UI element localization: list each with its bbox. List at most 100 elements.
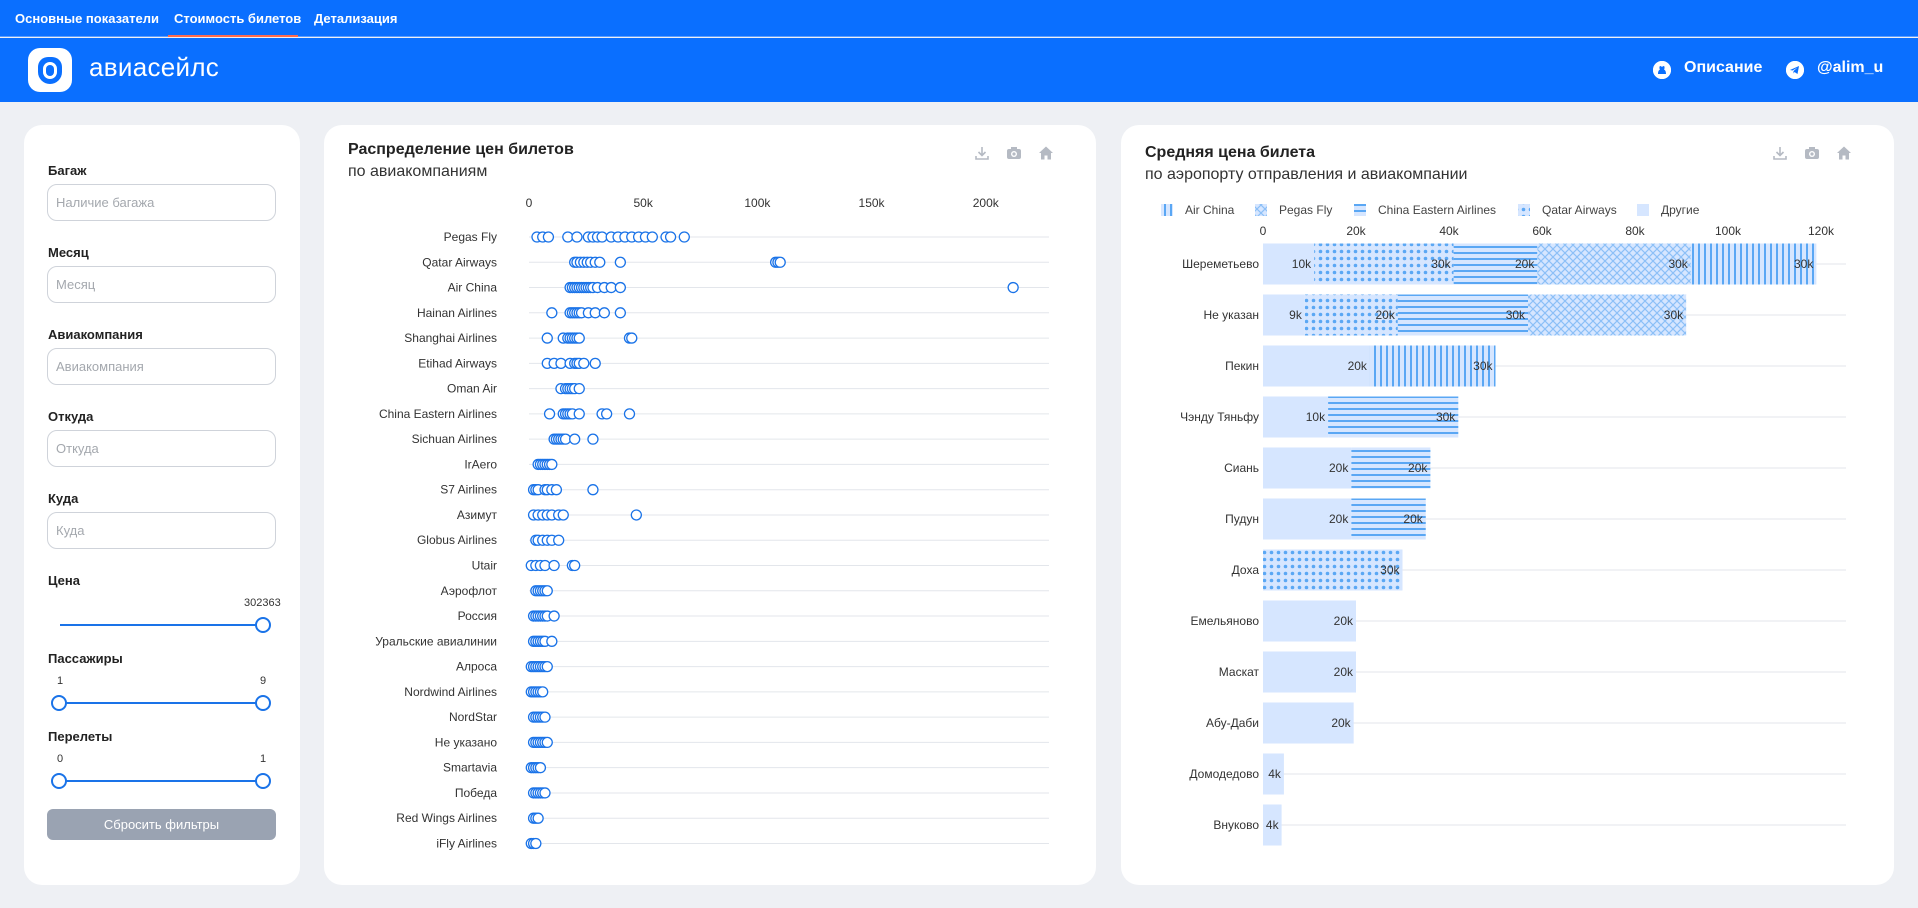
price-point[interactable] [614, 307, 626, 319]
price-point[interactable] [548, 610, 560, 622]
price-point[interactable] [573, 408, 585, 420]
price-label: Цена [48, 573, 80, 588]
y-tick-label: Sichuan Airlines [412, 432, 497, 446]
y-tick-label: Азимут [457, 508, 498, 522]
legend-label[interactable]: Qatar Airways [1542, 203, 1617, 217]
price-point[interactable] [534, 762, 547, 774]
download-icon[interactable] [974, 145, 990, 161]
price-point[interactable] [543, 408, 556, 420]
description-link[interactable]: Описание [1684, 59, 1762, 77]
y-tick-label: Qatar Airways [422, 255, 497, 269]
bar-segment[interactable] [1528, 294, 1687, 336]
price-point[interactable] [774, 256, 786, 268]
legend-label[interactable]: Air China [1185, 203, 1235, 217]
price-distribution-card: Распределение цен билетов по авиакомпани… [324, 125, 1096, 885]
transfers-label: Перелеты [48, 729, 113, 744]
price-slider-track[interactable] [60, 624, 263, 626]
price-point[interactable] [532, 812, 544, 824]
price-point[interactable] [542, 231, 555, 243]
price-point[interactable] [539, 787, 551, 799]
price-point[interactable] [626, 332, 638, 344]
legend-label[interactable]: Pegas Fly [1279, 203, 1332, 217]
price-point[interactable] [594, 256, 606, 268]
y-tick-label: Емельяново [1191, 614, 1260, 628]
price-point[interactable] [541, 585, 553, 597]
to-input[interactable] [47, 512, 276, 549]
y-tick-label: Пудун [1225, 512, 1259, 526]
transfers-slider-track[interactable] [60, 780, 263, 782]
price-point[interactable] [614, 256, 626, 268]
passengers-slider-min-handle[interactable] [51, 695, 67, 711]
price-point[interactable] [530, 837, 542, 850]
download-icon[interactable] [1772, 145, 1788, 161]
transfers-min-value: 0 [57, 753, 64, 765]
month-input[interactable] [47, 266, 276, 303]
transfers-slider-max-handle[interactable] [255, 773, 271, 789]
passengers-slider-max-handle[interactable] [255, 695, 271, 711]
legend-label[interactable]: China Eastern Airlines [1378, 203, 1496, 217]
price-point[interactable] [678, 231, 690, 243]
price-point[interactable] [557, 509, 569, 521]
price-point[interactable] [573, 332, 585, 344]
from-input[interactable] [47, 430, 276, 467]
transfers-slider-min-handle[interactable] [51, 773, 67, 789]
price-point[interactable] [569, 433, 581, 445]
price-point[interactable] [553, 534, 565, 546]
price-point[interactable] [598, 307, 611, 319]
y-tick-label: Уральские авиалинии [375, 634, 497, 648]
x-tick-label: 80k [1625, 224, 1645, 238]
home-icon[interactable] [1038, 145, 1054, 161]
price-point[interactable] [537, 686, 549, 698]
bar-data-label: 20k [1331, 716, 1351, 730]
from-label: Откуда [48, 409, 94, 424]
x-tick-label: 50k [634, 196, 654, 210]
y-tick-label: Не указан [1203, 308, 1259, 322]
reset-filters-button[interactable]: Сбросить фильтры [47, 809, 276, 840]
price-point[interactable] [541, 736, 553, 749]
price-point[interactable] [630, 509, 642, 521]
price-point[interactable] [600, 408, 613, 420]
price-point[interactable] [587, 484, 599, 496]
price-point[interactable] [569, 559, 581, 572]
baggage-input[interactable] [47, 184, 276, 221]
x-tick-label: 120k [1808, 224, 1835, 238]
bar-data-label: 9k [1289, 308, 1303, 322]
transfers-max-value: 1 [260, 753, 267, 765]
passengers-slider-track[interactable] [60, 702, 263, 704]
price-point[interactable] [571, 231, 583, 243]
price-point[interactable] [587, 433, 599, 445]
camera-icon[interactable] [1804, 145, 1820, 161]
price-point[interactable] [623, 408, 636, 420]
price-point[interactable] [541, 660, 553, 673]
tab-main-indicators[interactable]: Основные показатели [15, 11, 159, 26]
price-point[interactable] [578, 357, 590, 370]
price-point[interactable] [546, 458, 558, 471]
y-tick-label: Россия [458, 609, 497, 623]
price-point[interactable] [546, 635, 558, 647]
price-point[interactable] [539, 711, 551, 723]
camera-icon[interactable] [1006, 145, 1022, 161]
price-point[interactable] [1007, 281, 1019, 294]
y-tick-label: iFly Airlines [436, 836, 497, 850]
price-point[interactable] [589, 357, 601, 370]
price-point[interactable] [573, 382, 585, 395]
price-slider-max-handle[interactable] [255, 617, 271, 633]
price-point[interactable] [546, 307, 558, 319]
price-point[interactable] [664, 231, 677, 243]
telegram-link[interactable]: @alim_u [1817, 59, 1883, 77]
bar-data-label: 20k [1348, 359, 1368, 373]
home-icon[interactable] [1836, 145, 1852, 161]
price-point[interactable] [646, 231, 658, 243]
active-tab-indicator [168, 35, 298, 37]
price-point[interactable] [614, 281, 626, 294]
price-point[interactable] [541, 332, 553, 344]
legend-label[interactable]: Другие [1661, 203, 1700, 217]
tab-details[interactable]: Детализация [314, 11, 397, 26]
tab-ticket-prices[interactable]: Стоимость билетов [174, 11, 301, 26]
airline-input[interactable] [47, 348, 276, 385]
brand-name: авиасейлс [89, 52, 220, 82]
bar-data-label: 30k [1664, 308, 1684, 322]
y-tick-label: NordStar [449, 710, 497, 724]
price-point[interactable] [548, 559, 560, 572]
price-point[interactable] [550, 484, 563, 496]
